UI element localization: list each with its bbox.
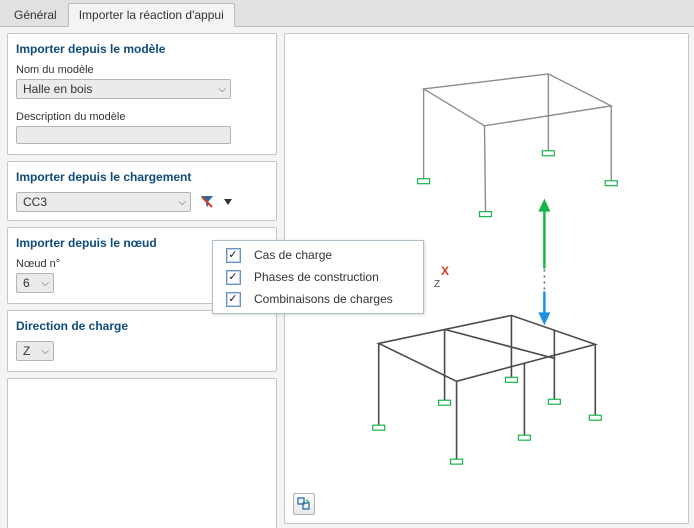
- checkmark-icon: ✓: [228, 294, 237, 305]
- label-model-description: Description du modèle: [16, 111, 268, 123]
- label-model-name: Nom du modèle: [16, 64, 268, 76]
- select-load-direction[interactable]: Z ⌵: [16, 341, 54, 361]
- panel-load-direction: Direction de charge Z ⌵: [7, 310, 277, 372]
- filter-popup: ✓ Cas de charge ✓ Phases de construction…: [212, 240, 424, 314]
- viewport-action-button[interactable]: [293, 493, 315, 515]
- panel-import-from-model: Importer depuis le modèle Nom du modèle …: [7, 33, 277, 155]
- select-node-number-value: 6: [23, 276, 30, 290]
- select-model-name-value: Halle en bois: [23, 82, 92, 96]
- popup-item-label: Phases de construction: [254, 270, 379, 284]
- chevron-down-icon: ⌵: [218, 84, 226, 95]
- select-load-combo-value: CC3: [23, 195, 47, 209]
- axis-x-label: X: [441, 264, 449, 278]
- popup-item-label: Combinaisons de charges: [254, 292, 393, 306]
- panel-import-from-loading: Importer depuis le chargement CC3 ⌵: [7, 161, 277, 221]
- input-model-description[interactable]: [16, 126, 231, 144]
- left-column: Importer depuis le modèle Nom du modèle …: [0, 27, 284, 528]
- refresh-structure-icon: [297, 497, 311, 511]
- tab-general[interactable]: Général: [3, 3, 68, 26]
- chevron-down-icon: ⌵: [41, 346, 49, 357]
- checkmark-icon: ✓: [228, 272, 237, 283]
- tab-import-support-reaction[interactable]: Importer la réaction d'appui: [68, 3, 235, 27]
- filter-button[interactable]: [197, 192, 217, 212]
- select-load-direction-value: Z: [23, 344, 30, 358]
- select-node-number[interactable]: 6 ⌵: [16, 273, 54, 293]
- popup-item-load-combinations[interactable]: ✓ Combinaisons de charges: [216, 288, 420, 310]
- panel-empty: [7, 378, 277, 528]
- chevron-down-icon: ⌵: [178, 197, 186, 208]
- tab-bar: Général Importer la réaction d'appui: [0, 0, 694, 27]
- filter-dropdown-button[interactable]: [223, 192, 233, 212]
- chevron-down-icon: ⌵: [41, 278, 49, 289]
- panel-title-direction: Direction de charge: [16, 319, 268, 333]
- pin-filter-icon: [199, 194, 215, 210]
- select-model-name[interactable]: Halle en bois ⌵: [16, 79, 231, 99]
- panel-title-model: Importer depuis le modèle: [16, 42, 268, 56]
- checkmark-icon: ✓: [228, 250, 237, 261]
- popup-item-label: Cas de charge: [254, 248, 332, 262]
- axis-z-label: Z: [434, 279, 440, 290]
- caret-down-icon: [224, 199, 232, 205]
- popup-item-load-cases[interactable]: ✓ Cas de charge: [216, 244, 420, 266]
- panel-title-loading: Importer depuis le chargement: [16, 170, 268, 184]
- popup-item-construction-phases[interactable]: ✓ Phases de construction: [216, 266, 420, 288]
- select-load-combo[interactable]: CC3 ⌵: [16, 192, 191, 212]
